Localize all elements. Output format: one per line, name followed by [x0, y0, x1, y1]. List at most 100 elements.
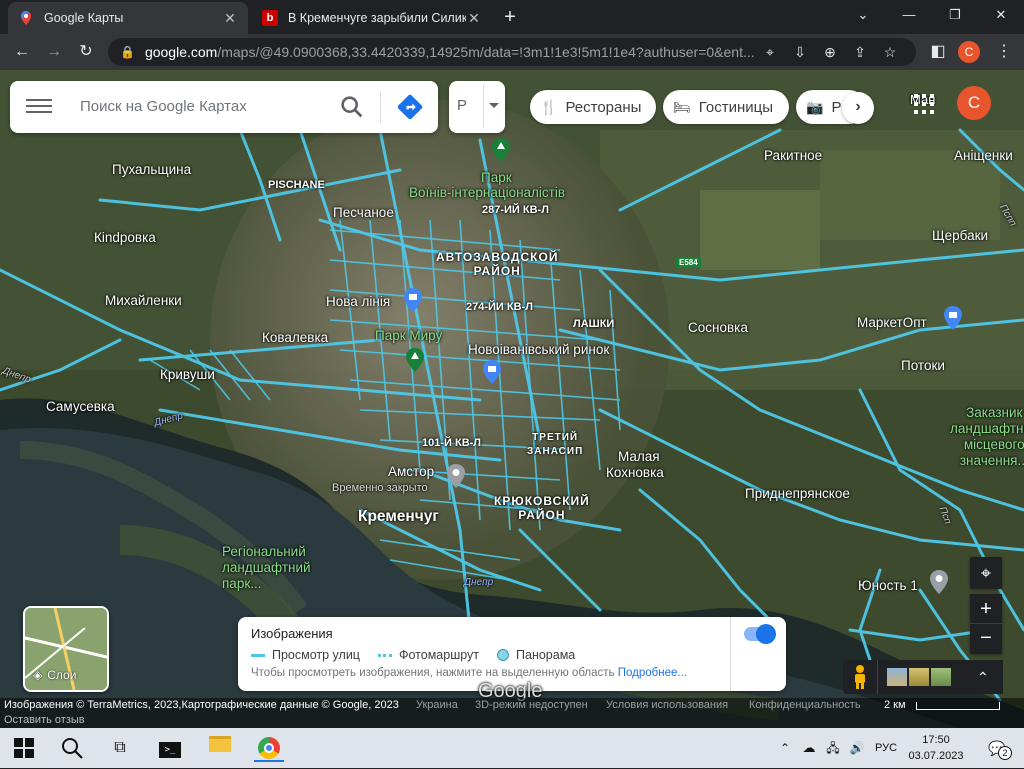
- learn-more-link[interactable]: Подробнее...: [618, 667, 687, 679]
- new-tab-button[interactable]: +: [498, 6, 522, 30]
- kebab-menu-icon[interactable]: ⋮: [990, 38, 1018, 66]
- map-label[interactable]: Нова лінія: [326, 294, 390, 309]
- map-label[interactable]: Кривуши: [160, 367, 215, 382]
- map-label[interactable]: PISCHANE: [268, 179, 325, 191]
- park-label[interactable]: Регіональний ландшафтний парк...: [222, 544, 311, 592]
- chrome-app-icon[interactable]: [254, 734, 284, 762]
- expand-chevron-icon[interactable]: ⌃: [977, 664, 989, 690]
- side-panel-icon[interactable]: ◧: [924, 38, 952, 66]
- google-apps-icon[interactable]: [914, 94, 934, 114]
- map-label[interactable]: Приднепрянское: [745, 486, 850, 501]
- scale-label[interactable]: 2 км: [884, 699, 906, 711]
- directions-icon[interactable]: [396, 93, 424, 121]
- map-label[interactable]: Кindровка: [94, 230, 156, 245]
- privacy-link[interactable]: Конфиденциальность: [749, 699, 861, 711]
- map-label[interactable]: Пухальщина: [112, 162, 191, 177]
- windows-start-icon[interactable]: [12, 738, 36, 758]
- chips-next-button[interactable]: ›: [842, 92, 874, 124]
- shopping-pin-icon[interactable]: [482, 360, 502, 384]
- account-avatar[interactable]: C: [957, 86, 991, 120]
- zoom-icon[interactable]: ⊕: [816, 38, 844, 66]
- tab-news[interactable]: b В Кременчуге зарыбили Силикатное ✕: [252, 2, 492, 34]
- url-text[interactable]: google.com/maps/@49.0900368,33.4420339,1…: [145, 44, 755, 60]
- shopping-pin-icon[interactable]: [943, 306, 963, 330]
- map-label[interactable]: Аніщенки: [954, 148, 1013, 163]
- map-canvas[interactable]: Пухальщина PISCHANE Кindровка Михайленки…: [0, 70, 1024, 728]
- map-label[interactable]: Малая: [618, 449, 660, 464]
- map-label[interactable]: Временно закрыто: [332, 482, 428, 494]
- map-label[interactable]: Щербаки: [932, 228, 988, 243]
- photo-thumbnail[interactable]: [931, 668, 951, 686]
- park-pin-icon[interactable]: [491, 138, 511, 162]
- pegman-icon[interactable]: [851, 664, 869, 690]
- task-view-icon[interactable]: ⧉: [106, 734, 134, 762]
- park-label[interactable]: Воїнів-інтернаціоналістів: [409, 185, 565, 200]
- imagery-toggle[interactable]: [744, 624, 776, 644]
- place-pin-icon[interactable]: [929, 570, 949, 594]
- chip-hotels[interactable]: 🛏 Гостиницы: [663, 90, 789, 124]
- map-label[interactable]: Сосновка: [688, 320, 748, 335]
- restore-button[interactable]: ❐: [932, 0, 978, 30]
- map-label[interactable]: Амстор: [388, 464, 434, 479]
- language-indicator[interactable]: РУС: [872, 734, 900, 762]
- map-label[interactable]: Кохновка: [606, 465, 664, 480]
- photo-thumbnail[interactable]: [887, 668, 907, 686]
- share-icon[interactable]: ⇪: [846, 38, 874, 66]
- map-label[interactable]: Потоки: [901, 358, 945, 373]
- zoom-out-button[interactable]: −: [970, 624, 1002, 654]
- cloud-icon[interactable]: ☁: [800, 734, 818, 762]
- park-label[interactable]: Парк: [481, 170, 512, 185]
- clock[interactable]: 17:50 03.07.2023: [905, 732, 967, 764]
- park-pin-icon[interactable]: [405, 348, 425, 372]
- forward-arrow-icon[interactable]: →: [40, 38, 68, 66]
- address-bar[interactable]: 🔒 google.com/maps/@49.0900368,33.4420339…: [108, 38, 916, 66]
- park-label[interactable]: Заказникландшафтниймісцевогозначення...: [950, 405, 1024, 469]
- tab-google-maps[interactable]: Google Карты ✕: [8, 2, 248, 34]
- map-label[interactable]: Новоіванівський ринок: [468, 342, 609, 357]
- back-arrow-icon[interactable]: ←: [8, 38, 36, 66]
- chip-restaurants[interactable]: 🍴 Рестораны: [530, 90, 656, 124]
- close-tab-icon[interactable]: ✕: [466, 10, 482, 27]
- search-icon[interactable]: [58, 734, 86, 762]
- place-pin-icon[interactable]: [446, 464, 466, 488]
- feedback-link[interactable]: Оставить отзыв: [4, 714, 85, 726]
- location-icon[interactable]: ⌖: [756, 38, 784, 66]
- browser-profile-avatar[interactable]: C: [958, 41, 980, 63]
- my-location-button[interactable]: ⌖: [970, 557, 1002, 589]
- hamburger-menu-icon[interactable]: [26, 95, 52, 119]
- notification-icon[interactable]: 💬 2: [982, 734, 1012, 762]
- map-label[interactable]: МаркетОпт: [857, 315, 927, 330]
- travel-profile-selector[interactable]: Р: [449, 81, 505, 133]
- search-input[interactable]: Поиск на Google Картах: [80, 98, 247, 115]
- minimize-button[interactable]: —: [886, 0, 932, 30]
- map-label[interactable]: Самусевка: [46, 399, 115, 414]
- country-link[interactable]: Украина: [416, 699, 458, 711]
- divider: [380, 91, 381, 123]
- network-icon[interactable]: 🖧: [824, 734, 842, 762]
- park-label[interactable]: Парк Миру: [375, 328, 442, 343]
- terminal-app-icon[interactable]: >_: [156, 734, 184, 762]
- reload-icon[interactable]: ↻: [72, 38, 100, 66]
- lock-icon[interactable]: 🔒: [120, 45, 135, 59]
- map-label[interactable]: Ракитное: [764, 148, 822, 163]
- map-label[interactable]: Ковалевка: [262, 330, 328, 345]
- install-icon[interactable]: ⇩: [786, 38, 814, 66]
- map-label[interactable]: Михайленки: [105, 293, 182, 308]
- layers-button[interactable]: ◈ Слои: [23, 606, 109, 692]
- photo-thumbnail[interactable]: [909, 668, 929, 686]
- volume-icon[interactable]: 🔊: [848, 734, 866, 762]
- map-label[interactable]: Песчаное: [333, 205, 394, 220]
- city-label[interactable]: Кременчуг: [358, 508, 439, 526]
- close-window-button[interactable]: ✕: [978, 0, 1024, 30]
- scale-bar[interactable]: [916, 702, 1000, 710]
- zoom-in-button[interactable]: +: [970, 594, 1002, 624]
- shopping-pin-icon[interactable]: [403, 288, 423, 312]
- close-tab-icon[interactable]: ✕: [222, 10, 238, 27]
- file-explorer-icon[interactable]: [206, 734, 234, 762]
- chevron-down-icon[interactable]: ⌄: [840, 0, 886, 30]
- search-icon[interactable]: [338, 93, 366, 121]
- terms-link[interactable]: Условия использования: [606, 699, 728, 711]
- bookmark-star-icon[interactable]: ☆: [876, 38, 904, 66]
- map-label[interactable]: Юность 1: [858, 578, 918, 593]
- chevron-up-icon[interactable]: ⌃: [776, 734, 794, 762]
